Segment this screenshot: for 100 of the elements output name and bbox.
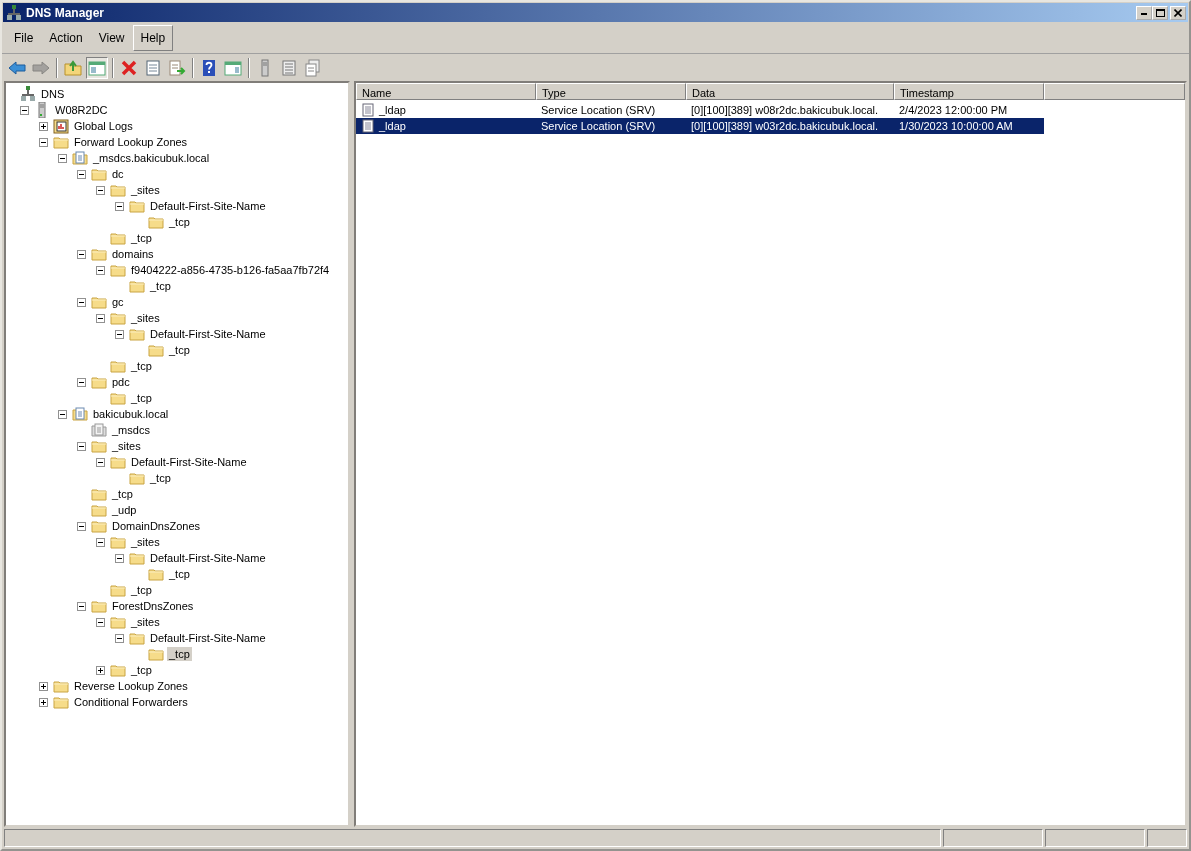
table-cell-text: 2/4/2023 12:00:00 PM	[899, 102, 1008, 118]
expand-icon[interactable]	[96, 665, 105, 675]
tree-item[interactable]: _tcp	[167, 215, 192, 229]
table-cell-text: Service Location (SRV)	[541, 118, 656, 134]
tree-item[interactable]: _msdcs	[110, 423, 152, 437]
help-icon	[200, 58, 218, 77]
tree-item[interactable]: _tcp	[129, 583, 154, 597]
maximize-icon	[1155, 8, 1165, 17]
collapse-icon[interactable]	[115, 329, 124, 339]
tree-item[interactable]: DomainDnsZones	[110, 519, 203, 533]
collapse-icon[interactable]	[96, 185, 105, 195]
menu-item[interactable]: Help	[132, 25, 174, 51]
tree-item[interactable]: _msdcs.bakicubuk.local	[91, 151, 212, 165]
tree-item[interactable]: Reverse Lookup Zones	[72, 679, 190, 693]
tree-item[interactable]: _tcp	[148, 471, 173, 485]
log-icon	[53, 118, 69, 134]
collapse-icon[interactable]	[96, 265, 105, 275]
maximize-button[interactable]	[1152, 5, 1168, 20]
folder-icon	[129, 470, 145, 486]
tree-item[interactable]: _sites	[129, 615, 162, 629]
collapse-icon[interactable]	[77, 601, 86, 611]
tree-item[interactable]: _sites	[129, 183, 162, 197]
tree-item[interactable]: Global Logs	[72, 119, 135, 133]
tree-item[interactable]: DNS	[39, 87, 67, 101]
folder-icon	[110, 358, 126, 374]
tree-item[interactable]: _tcp	[167, 567, 192, 581]
tree-item[interactable]: W08R2DC	[53, 103, 110, 117]
table-cell-text: 1/30/2023 10:00:00 AM	[899, 118, 1013, 134]
column-header[interactable]: Data	[686, 83, 894, 100]
collapse-icon[interactable]	[77, 297, 86, 307]
table-cell-text: [0][100][389] w08r2dc.bakicubuk.local.	[691, 102, 879, 118]
minimize-button[interactable]	[1136, 5, 1152, 20]
expand-icon[interactable]	[39, 681, 48, 691]
column-header[interactable]: Type	[536, 83, 686, 100]
menu-item[interactable]: View	[90, 25, 133, 51]
collapse-icon[interactable]	[96, 617, 105, 627]
collapse-icon[interactable]	[77, 249, 86, 259]
tree-item[interactable]: dc	[110, 167, 126, 181]
folder-icon	[91, 294, 107, 310]
column-header[interactable]: Name	[356, 83, 536, 100]
tree-item[interactable]: domains	[110, 247, 156, 261]
folder-icon	[91, 246, 107, 262]
table-row[interactable]: _ldap Service Location (SRV) [0][100][389] w03r2dc.bakicubuk.local. 1/30/2023 10:00:00 AM	[356, 118, 1044, 134]
table-cell-text: _ldap	[379, 102, 406, 118]
tree-item[interactable]: bakicubuk.local	[91, 407, 171, 421]
collapse-icon[interactable]	[58, 409, 67, 419]
collapse-icon[interactable]	[115, 201, 124, 211]
tree-item[interactable]: Conditional Forwarders	[72, 695, 190, 709]
network-icon	[20, 86, 36, 102]
tree-item[interactable]: Forward Lookup Zones	[72, 135, 190, 149]
collapse-icon[interactable]	[96, 537, 105, 547]
collapse-icon[interactable]	[39, 137, 48, 147]
tree-item[interactable]: Default-First-Site-Name	[148, 631, 268, 645]
tree-item[interactable]: _tcp	[129, 231, 154, 245]
tree-item[interactable]: _tcp	[129, 663, 154, 677]
tree-item[interactable]: ForestDnsZones	[110, 599, 196, 613]
collapse-icon[interactable]	[58, 153, 67, 163]
tree-item[interactable]: _sites	[110, 439, 143, 453]
copy-icon	[304, 58, 322, 77]
tree-item[interactable]: _tcp	[110, 487, 135, 501]
close-button[interactable]	[1170, 5, 1186, 20]
tree-item[interactable]: gc	[110, 295, 126, 309]
collapse-icon[interactable]	[77, 441, 86, 451]
column-header[interactable]: Timestamp	[894, 83, 1044, 100]
list-icon	[280, 58, 298, 77]
expand-icon[interactable]	[39, 697, 48, 707]
collapse-icon[interactable]	[77, 169, 86, 179]
tree-item[interactable]: Default-First-Site-Name	[129, 455, 249, 469]
collapse-icon[interactable]	[96, 313, 105, 323]
collapse-icon[interactable]	[115, 553, 124, 563]
tree-item[interactable]: _sites	[129, 535, 162, 549]
folder-icon	[129, 550, 145, 566]
tree-item[interactable]: Default-First-Site-Name	[148, 327, 268, 341]
tree-item[interactable]: _sites	[129, 311, 162, 325]
tree-item[interactable]: Default-First-Site-Name	[148, 551, 268, 565]
pane-toggle-button[interactable]	[86, 56, 108, 79]
menu-item[interactable]: Action	[41, 25, 91, 51]
tree-item[interactable]: pdc	[110, 375, 132, 389]
collapse-icon[interactable]	[96, 457, 105, 467]
folder-icon	[53, 694, 69, 710]
folder-icon	[148, 646, 164, 662]
collapse-icon[interactable]	[115, 633, 124, 643]
tree-item[interactable]: _tcp	[167, 343, 192, 357]
pane-toggle-icon	[88, 58, 106, 77]
tree-item[interactable]: _tcp	[129, 391, 154, 405]
folder-up-icon	[64, 58, 82, 77]
tree-item[interactable]: Default-First-Site-Name	[148, 199, 268, 213]
collapse-icon[interactable]	[77, 521, 86, 531]
tree-item[interactable]: _tcp	[129, 359, 154, 373]
table-row[interactable]: _ldap Service Location (SRV) [0][100][389] w08r2dc.bakicubuk.local. 2/4/2023 12:00:00 PM	[356, 102, 1044, 118]
collapse-icon[interactable]	[77, 377, 86, 387]
tree-item[interactable]: f9404222-a856-4735-b126-fa5aa7fb72f4	[129, 263, 332, 277]
collapse-icon[interactable]	[20, 105, 29, 115]
tree-item[interactable]: _tcp	[148, 279, 173, 293]
expand-icon[interactable]	[39, 121, 48, 131]
zone-icon	[91, 422, 107, 438]
tree-item[interactable]: _tcp	[167, 647, 192, 661]
record-icon	[361, 103, 375, 117]
tree-item[interactable]: _udp	[110, 503, 139, 517]
menu-item[interactable]: File	[6, 25, 42, 51]
